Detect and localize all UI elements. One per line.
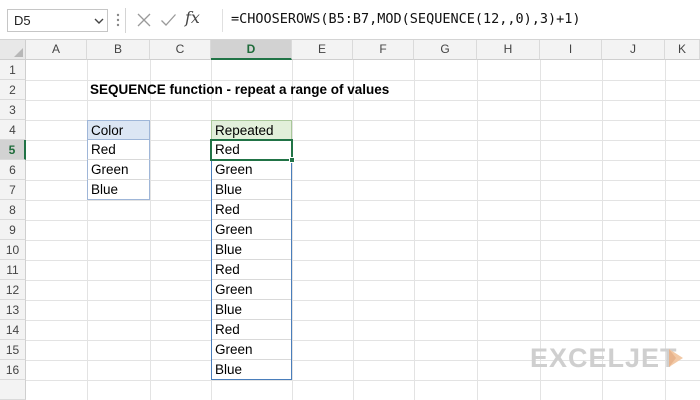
formula-bar-divider: [125, 8, 126, 33]
column-header-g[interactable]: G: [414, 40, 477, 60]
gridline: [26, 100, 700, 101]
source-cell[interactable]: Red: [87, 140, 150, 160]
row-header-14[interactable]: 14: [0, 320, 26, 340]
result-cell[interactable]: Green: [211, 160, 292, 180]
chevron-down-icon[interactable]: [92, 14, 106, 28]
sheet-title[interactable]: SEQUENCE function - repeat a range of va…: [87, 80, 389, 100]
source-cell[interactable]: Green: [87, 160, 150, 180]
row-header-16[interactable]: 16: [0, 360, 26, 380]
column-header-c[interactable]: C: [150, 40, 211, 60]
row-header-5[interactable]: 5: [0, 140, 26, 160]
row-header-7[interactable]: 7: [0, 180, 26, 200]
result-cell[interactable]: Blue: [211, 360, 292, 380]
row-header-9[interactable]: 9: [0, 220, 26, 240]
row-header-13[interactable]: 13: [0, 300, 26, 320]
column-header-b[interactable]: B: [87, 40, 150, 60]
gridline: [87, 60, 88, 400]
row-header-12[interactable]: 12: [0, 280, 26, 300]
row-header-2[interactable]: 2: [0, 80, 26, 100]
exceljet-logo: EXCELJET: [530, 343, 690, 375]
gridline: [26, 340, 700, 341]
result-cell[interactable]: Green: [211, 280, 292, 300]
source-header-cell[interactable]: Color: [87, 120, 150, 140]
result-cell[interactable]: Blue: [211, 240, 292, 260]
result-header-cell[interactable]: Repeated: [211, 120, 292, 140]
cancel-icon[interactable]: [136, 12, 152, 28]
gridline: [26, 280, 700, 281]
row-header-11[interactable]: 11: [0, 260, 26, 280]
gridline: [26, 240, 700, 241]
select-all-triangle-icon: [14, 48, 23, 57]
column-header-d[interactable]: D: [211, 40, 292, 60]
column-header-a[interactable]: A: [26, 40, 87, 60]
row-header-10[interactable]: 10: [0, 240, 26, 260]
gridline: [26, 380, 700, 381]
logo-arrow-icon: [669, 349, 683, 367]
gridline: [26, 260, 700, 261]
select-all-corner[interactable]: [0, 40, 26, 60]
result-cell[interactable]: Blue: [211, 300, 292, 320]
fill-handle[interactable]: [289, 157, 295, 163]
more-options-icon[interactable]: [115, 12, 121, 28]
result-cell[interactable]: Red: [211, 260, 292, 280]
column-header-k[interactable]: K: [665, 40, 700, 60]
gridline: [26, 200, 700, 201]
logo-text: EXCELJET: [530, 343, 678, 373]
gridline: [150, 60, 151, 400]
column-header-j[interactable]: J: [602, 40, 665, 60]
gridline: [26, 320, 700, 321]
result-cell[interactable]: Red: [211, 200, 292, 220]
gridline: [477, 60, 478, 400]
result-cell[interactable]: Red: [211, 320, 292, 340]
gridline: [414, 60, 415, 400]
formula-input[interactable]: =CHOOSEROWS(B5:B7,MOD(SEQUENCE(12,,0),3)…: [222, 9, 692, 32]
column-header-e[interactable]: E: [292, 40, 353, 60]
row-header-6[interactable]: 6: [0, 160, 26, 180]
formula-bar: D5 fx =CHOOSEROWS(B5:B7,MOD(SEQUENCE(12,…: [0, 0, 700, 40]
name-box-value: D5: [14, 13, 31, 28]
column-header-f[interactable]: F: [353, 40, 414, 60]
formula-text: =CHOOSEROWS(B5:B7,MOD(SEQUENCE(12,,0),3)…: [231, 11, 581, 27]
gridline: [353, 60, 354, 400]
source-cell[interactable]: Blue: [87, 180, 150, 200]
result-cell[interactable]: Blue: [211, 180, 292, 200]
enter-check-icon[interactable]: [160, 12, 177, 28]
row-header-8[interactable]: 8: [0, 200, 26, 220]
row-header-15[interactable]: 15: [0, 340, 26, 360]
row-header-4[interactable]: 4: [0, 120, 26, 140]
column-header-h[interactable]: H: [477, 40, 540, 60]
row-header-1[interactable]: 1: [0, 60, 26, 80]
insert-function-icon[interactable]: fx: [185, 8, 200, 27]
result-cell[interactable]: Green: [211, 340, 292, 360]
row-header-3[interactable]: 3: [0, 100, 26, 120]
column-header-i[interactable]: I: [540, 40, 602, 60]
gridline: [26, 220, 700, 221]
result-cell[interactable]: Green: [211, 220, 292, 240]
gridline: [26, 300, 700, 301]
gridline: [292, 60, 293, 400]
row-header-17[interactable]: [0, 380, 26, 400]
name-box[interactable]: D5: [7, 9, 108, 32]
result-cell[interactable]: Red: [211, 140, 292, 160]
